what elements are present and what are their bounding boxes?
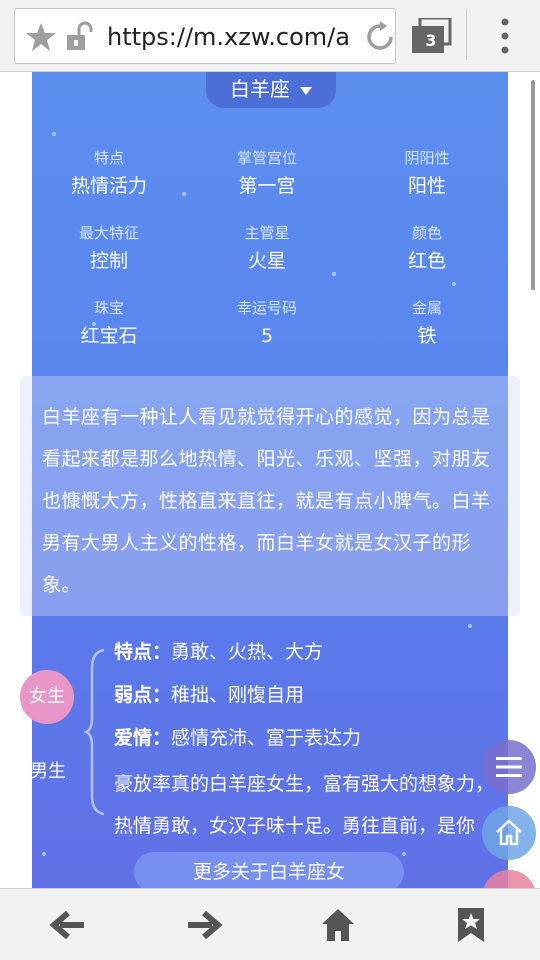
attr-cell: 掌管宫位 第一宫: [192, 148, 342, 200]
attr-value: 第一宫: [238, 175, 296, 197]
menu-icon: [496, 757, 522, 777]
trait-line: 爱情：感情充沛、富于表达力: [114, 724, 508, 752]
description-text: 白羊座有一种让人看见就觉得开心的感觉，因为总是看起来都是那么地热情、阳光、乐观、…: [42, 406, 491, 596]
attr-key: 幸运号码: [236, 299, 297, 317]
trait-text: 勇敢、火热、大方: [171, 641, 324, 663]
arrow-left-icon[interactable]: [50, 907, 86, 943]
attr-key: 颜色: [411, 224, 442, 242]
address-bar[interactable]: https://m.xzw.com/a: [14, 8, 396, 64]
tabs-button[interactable]: 3: [410, 18, 452, 54]
attr-key: 主管星: [244, 224, 290, 242]
attr-cell: 最大特征 控制: [34, 223, 184, 275]
page-scrollbar[interactable]: [531, 80, 535, 290]
attr-cell: 珠宝 红宝石: [34, 298, 184, 350]
tab-female[interactable]: 女生: [20, 670, 74, 724]
sparkle: [42, 852, 46, 856]
attr-key: 掌管宫位: [236, 149, 297, 167]
sparkle: [52, 132, 56, 136]
attr-cell: 颜色 红色: [352, 223, 502, 275]
sign-name: 白羊座: [230, 77, 290, 101]
overflow-menu-icon[interactable]: [490, 16, 520, 56]
web-content: 白羊座 特点 热情活力 掌管宫位 第一宫 阴阳性 阳性 最大特征 控制 主管星 …: [0, 72, 540, 888]
sign-dropdown[interactable]: 白羊座: [206, 72, 336, 108]
attr-cell: 幸运号码 5: [192, 298, 342, 350]
trait-label: 特点：: [114, 641, 172, 663]
unlocked-lock-icon: [67, 21, 93, 50]
attr-value: 火星: [247, 250, 286, 272]
attr-key: 珠宝: [93, 299, 124, 317]
sparkle: [468, 624, 472, 628]
attr-value: 热情活力: [70, 175, 147, 197]
trait-line: 弱点：稚拙、刚愎自用: [114, 681, 508, 709]
attr-cell: 特点 热情活力: [34, 148, 184, 200]
attr-key: 金属: [411, 299, 442, 317]
home-icon[interactable]: [320, 907, 356, 943]
caret-down-icon: [300, 86, 312, 95]
sparkle: [402, 852, 406, 856]
attr-value: 5: [260, 325, 274, 347]
attr-cell: 阴阳性 阳性: [352, 148, 502, 200]
attr-value: 红色: [407, 250, 446, 272]
attr-value: 红宝石: [80, 325, 138, 347]
toolbar-divider: [466, 10, 467, 60]
star-icon[interactable]: [25, 21, 57, 53]
tab-male[interactable]: 男生: [28, 760, 68, 784]
description-card: 白羊座有一种让人看见就觉得开心的感觉，因为总是看起来都是那么地热情、阳光、乐观、…: [20, 376, 520, 616]
trait-text: 感情充沛、富于表达力: [171, 727, 362, 749]
home-icon: [496, 819, 522, 846]
attr-value: 控制: [89, 250, 128, 272]
attr-key: 最大特征: [78, 224, 139, 242]
fab-home-button[interactable]: [482, 806, 536, 860]
attr-key: 阴阳性: [404, 149, 450, 167]
arrow-right-icon[interactable]: [186, 907, 222, 943]
attr-value: 铁: [417, 325, 437, 347]
attr-key: 特点: [93, 149, 124, 167]
sparkle: [452, 282, 456, 286]
trait-label: 爱情：: [114, 727, 172, 749]
reload-icon[interactable]: [365, 21, 395, 53]
attr-cell: 金属 铁: [352, 298, 502, 350]
female-description: 豪放率真的白羊座女生，富有强大的想象力，热情勇敢，女汉子味十足。勇往直前，是你: [114, 773, 495, 837]
trait-label: 弱点：: [114, 684, 172, 706]
browser-bottom-bar: [0, 888, 540, 960]
trait-text: 稚拙、刚愎自用: [171, 684, 305, 706]
more-about-button[interactable]: 更多关于白羊座女: [134, 852, 404, 888]
attr-value: 阳性: [407, 175, 446, 197]
bookmark-icon[interactable]: [456, 907, 486, 943]
tab-count: 3: [425, 31, 437, 50]
browser-toolbar: https://m.xzw.com/a 3: [0, 0, 540, 72]
fab-menu-button[interactable]: [482, 740, 536, 794]
trait-line: 特点：勇敢、火热、大方: [114, 638, 508, 666]
attr-cell: 主管星 火星: [192, 223, 342, 275]
url-text[interactable]: https://m.xzw.com/a: [107, 21, 361, 53]
brace-decoration: [84, 648, 105, 816]
